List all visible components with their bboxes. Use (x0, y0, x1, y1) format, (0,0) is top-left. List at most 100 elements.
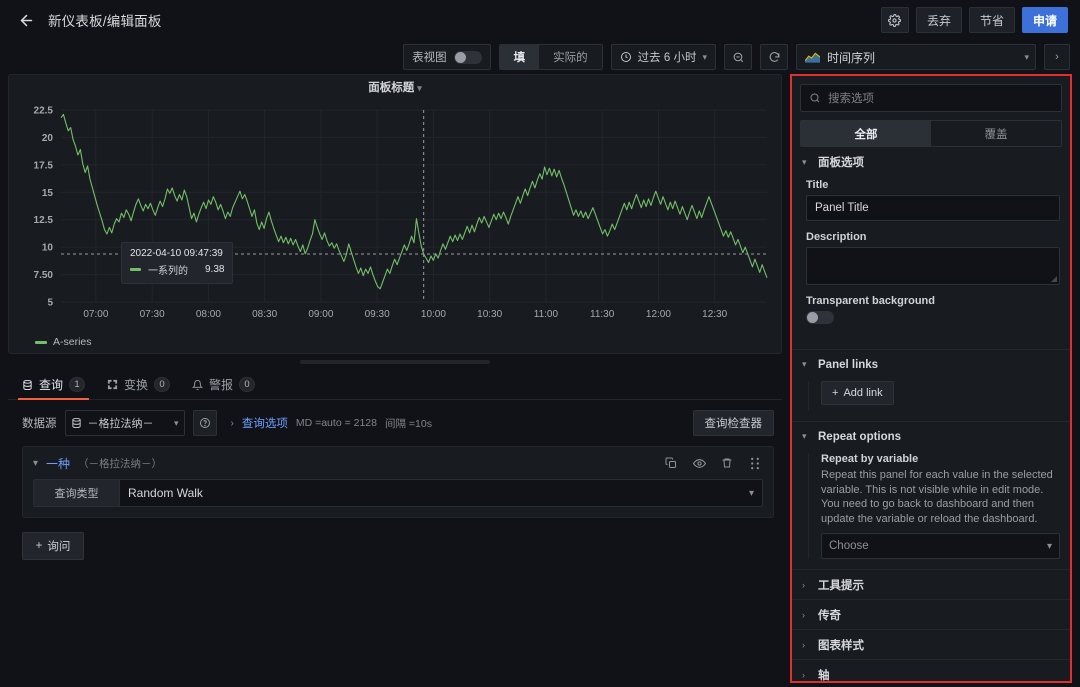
discard-button[interactable]: 丢弃 (916, 7, 962, 33)
refresh-button[interactable] (760, 44, 788, 70)
query-options-label: 查询选项 (242, 415, 288, 431)
chevron-down-icon: ▾ (749, 488, 754, 499)
add-query-button[interactable]: + 询问 (22, 532, 84, 560)
panel-header: 面板标题▾ (9, 75, 781, 100)
section-panel-options[interactable]: ▾ 面板选项 (792, 147, 1070, 177)
resize-bar (300, 360, 490, 364)
help-circle-icon (199, 417, 211, 429)
search-icon (809, 92, 821, 104)
plus-icon: + (832, 387, 838, 399)
delete-query-icon[interactable] (717, 452, 737, 474)
table-view-toggle[interactable]: 表视图 (403, 44, 491, 70)
chevron-down-icon: ▾ (702, 52, 707, 63)
query-inspector-button[interactable]: 查询检查器 (693, 410, 775, 436)
tab-transform[interactable]: 变换 0 (107, 370, 170, 400)
svg-text:08:30: 08:30 (252, 309, 277, 320)
svg-text:07:00: 07:00 (83, 309, 108, 320)
table-view-switch[interactable] (454, 51, 482, 64)
panel-description-field-label: Description (806, 231, 1060, 243)
timeseries-icon (805, 52, 820, 63)
repeat-variable-select[interactable]: Choose ▾ (821, 533, 1060, 559)
repeat-by-variable-block: Repeat by variable Repeat this panel for… (808, 453, 1060, 559)
transparent-background-switch[interactable] (806, 311, 834, 324)
panel-links-body: + Add link (792, 379, 1070, 421)
drag-query-icon[interactable] (745, 452, 765, 474)
section-tooltip[interactable]: › 工具提示 (792, 569, 1070, 599)
svg-text:11:00: 11:00 (534, 309, 559, 320)
timeseries-plot[interactable]: 22.52017.51512.5107.50507:0007:3008:0008… (9, 100, 781, 332)
query-options-interval: 间隔 =10s (385, 416, 432, 431)
chevron-down-icon: ▾ (802, 359, 810, 370)
apply-button[interactable]: 申请 (1022, 7, 1068, 33)
visualization-picker[interactable]: 时间序列 ▾ (796, 44, 1036, 70)
panel-title-menu[interactable]: 面板标题▾ (368, 79, 422, 95)
datasource-help-button[interactable] (193, 410, 217, 436)
datasource-label: 数据源 (22, 415, 57, 431)
panel-title-text: 面板标题 (368, 82, 414, 94)
chevron-right-icon: › (802, 670, 810, 680)
options-search-placeholder: 搜索选项 (828, 90, 874, 106)
section-panel-links[interactable]: ▾ Panel links (792, 349, 1070, 379)
legend-color-swatch (35, 341, 47, 344)
query-options-toggle[interactable]: › 查询选项 MD =auto = 2128 间隔 =10s (231, 415, 432, 431)
svg-text:10:30: 10:30 (477, 309, 502, 320)
tab-queries[interactable]: 查询 1 (22, 370, 85, 400)
duplicate-query-icon[interactable] (661, 452, 681, 474)
bell-icon (192, 379, 203, 391)
chevron-down-icon: ▾ (417, 83, 422, 93)
panel-title-input[interactable]: Panel Title (806, 195, 1060, 221)
section-graph-styles-title: 图表样式 (818, 637, 864, 653)
query-ref-id[interactable]: 一种 (46, 455, 70, 472)
query-type-select[interactable]: Random Walk ▾ (119, 479, 763, 507)
section-panel-options-title: 面板选项 (818, 154, 864, 170)
options-search[interactable]: 搜索选项 (800, 84, 1062, 112)
legend-label[interactable]: A-series (53, 336, 92, 348)
options-scroll-area[interactable]: ▾ 面板选项 Title Panel Title Description Tra… (792, 147, 1070, 681)
actual-option[interactable]: 实际的 (539, 45, 602, 69)
section-legend-title: 传奇 (818, 607, 841, 623)
query-type-value: Random Walk (128, 486, 203, 500)
repeat-by-variable-description: Repeat this panel for each value in the … (821, 468, 1060, 526)
panel-title-field-label: Title (806, 179, 1060, 191)
section-repeat-options-title: Repeat options (818, 431, 901, 443)
zoom-out-button[interactable] (724, 44, 752, 70)
chevron-right-icon: › (802, 640, 810, 650)
query-type-label: 查询类型 (33, 479, 119, 507)
chevron-down-icon[interactable]: ▾ (1024, 52, 1029, 63)
save-button[interactable]: 节省 (969, 7, 1015, 33)
chart-canvas: 22.52017.51512.5107.50507:0007:3008:0008… (9, 100, 781, 332)
options-tab-all[interactable]: 全部 (801, 121, 931, 146)
section-legend[interactable]: › 传奇 (792, 599, 1070, 629)
section-repeat-options[interactable]: ▾ Repeat options (792, 421, 1070, 451)
section-tooltip-title: 工具提示 (818, 577, 864, 593)
section-axis[interactable]: › 轴 (792, 659, 1070, 681)
hide-query-icon[interactable] (689, 452, 709, 474)
svg-text:09:00: 09:00 (308, 309, 333, 320)
chevron-down-icon[interactable]: ▾ (33, 458, 38, 469)
toggle-viz-options-button[interactable]: › (1044, 44, 1070, 70)
panel-options-body: Title Panel Title Description Transparen… (792, 177, 1070, 349)
query-type-row: 查询类型 Random Walk ▾ (23, 479, 773, 517)
options-tab-overrides[interactable]: 覆盖 (931, 121, 1061, 146)
breadcrumb[interactable]: 新仪表板/编辑面板 (48, 10, 162, 30)
add-link-button[interactable]: + Add link (821, 381, 894, 405)
options-tabs: 全部 覆盖 (800, 120, 1062, 147)
time-range-label: 过去 6 小时 (638, 49, 697, 65)
fill-actual-segmented: 填 实际的 (499, 44, 603, 70)
section-graph-styles[interactable]: › 图表样式 (792, 629, 1070, 659)
query-editor-row: ▾ 一种 （－格拉法纳－） (22, 446, 774, 518)
gear-icon (888, 14, 901, 27)
panel-settings-button[interactable] (881, 7, 909, 33)
datasource-select[interactable]: －格拉法纳－ ▾ (65, 410, 185, 436)
chevron-right-icon: › (802, 580, 810, 590)
svg-text:11:30: 11:30 (590, 309, 615, 320)
panel-description-textarea[interactable] (806, 247, 1060, 285)
fill-option[interactable]: 填 (500, 45, 540, 69)
panel-edit-toolbar: 表视图 填 实际的 过去 6 小时 ▾ 时 (0, 40, 1080, 74)
chevron-right-icon: › (802, 610, 810, 620)
tab-alert[interactable]: 警报 0 (192, 370, 255, 400)
back-arrow-icon[interactable] (14, 8, 38, 32)
time-range-picker[interactable]: 过去 6 小时 ▾ (611, 44, 716, 70)
database-icon (71, 417, 82, 429)
panel-resize-handle[interactable] (8, 354, 782, 370)
